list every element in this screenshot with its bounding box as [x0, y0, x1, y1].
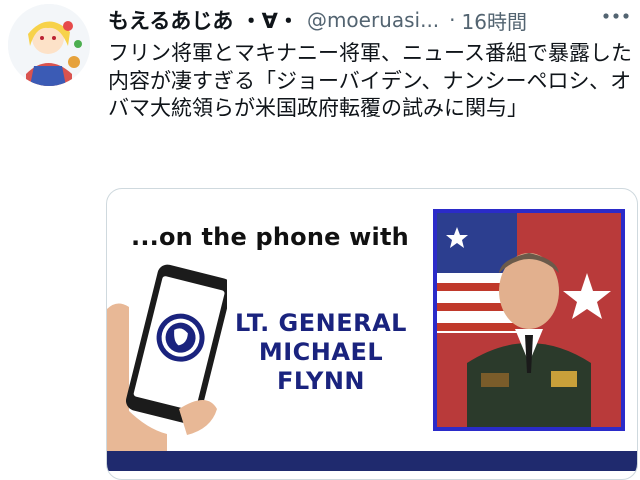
avatar[interactable] — [8, 4, 90, 86]
guest-title: LT. GENERAL MICHAEL FLYNN — [215, 309, 427, 396]
phone-illustration — [107, 264, 227, 459]
tweet-text: フリン将軍とマキナニー将軍、ニュース番組で暴露した内容が凄すぎる「ジョーバイデン… — [108, 41, 632, 120]
media-card[interactable]: ...on the phone with LT. GENERAL MICHAEL… — [106, 188, 638, 480]
portrait-image — [437, 213, 621, 427]
tweet-header: もえるあじあ ・∀・ @moeruasi... · 16時間 — [108, 4, 634, 36]
media-caption: ...on the phone with — [131, 223, 409, 251]
display-name[interactable]: もえるあじあ ・∀・ — [108, 5, 299, 35]
separator-dot: · — [449, 8, 456, 32]
avatar-image — [8, 4, 90, 86]
guest-portrait — [433, 209, 625, 431]
guest-title-line2: MICHAEL FLYNN — [258, 338, 384, 395]
media-image: ...on the phone with LT. GENERAL MICHAEL… — [107, 189, 637, 479]
more-options-button[interactable] — [596, 2, 636, 32]
more-horizontal-icon — [603, 13, 629, 19]
media-bottom-bar — [107, 451, 637, 471]
user-handle[interactable]: @moeruasi... — [307, 8, 439, 32]
guest-title-line1: LT. GENERAL — [235, 309, 407, 337]
timestamp[interactable]: 16時間 — [462, 6, 527, 35]
